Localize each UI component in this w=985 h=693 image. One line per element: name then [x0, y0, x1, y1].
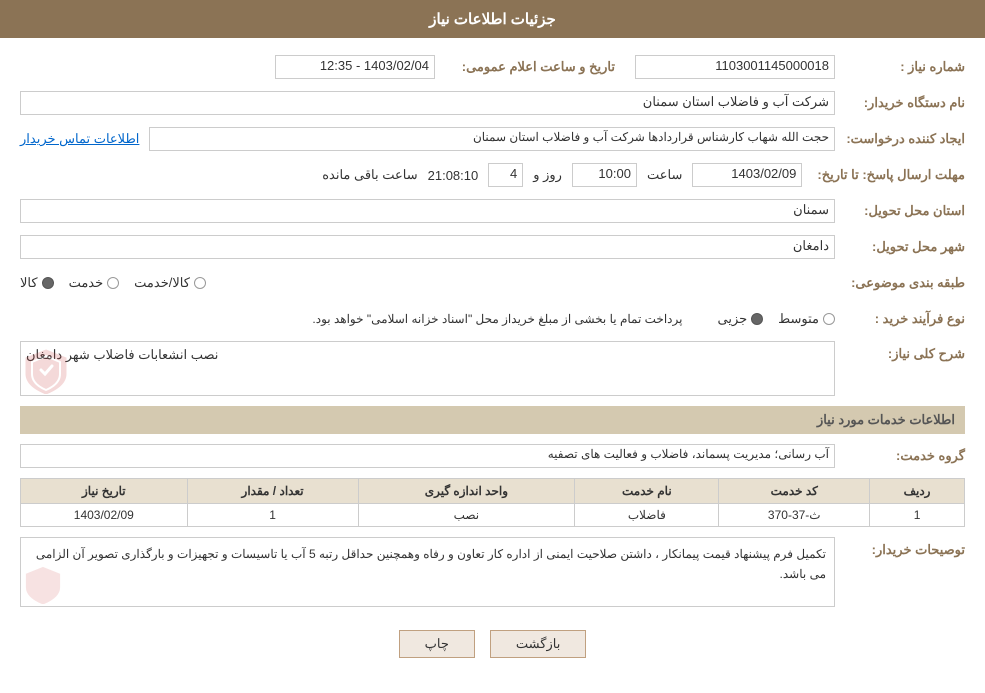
- tarikh-value: 1403/02/04 - 12:35: [275, 55, 435, 79]
- tabaqe-kala-khadamat-item: کالا/خدمت: [134, 275, 206, 291]
- table-cell: ث-37-370: [719, 504, 870, 527]
- sharh-value: نصب انشعابات فاضلاب شهر دامغان: [20, 341, 835, 396]
- tabaqe-khadamat-radio: [107, 277, 119, 289]
- page-title: جزئیات اطلاعات نیاز: [429, 11, 556, 28]
- table-row: 1ث-37-370فاضلابنصب11403/02/09: [21, 504, 965, 527]
- col-kod: کد خدمت: [719, 479, 870, 504]
- tawsia-row: توصیحات خریدار: تکمیل فرم پیشنهاد قیمت پ…: [20, 537, 965, 607]
- saat2-value: 21:08:10: [423, 168, 484, 183]
- table-cell: 1: [870, 504, 965, 527]
- sharh-container: نصب انشعابات فاضلاب شهر دامغان: [20, 341, 835, 396]
- gorooh-value: آب رسانی؛ مدیریت پسماند، فاضلاب و فعالیت…: [20, 444, 835, 468]
- ijad-row: ایجاد کننده درخواست: حجت الله شهاب کارشن…: [20, 125, 965, 153]
- tabaqe-kala-khadamat-radio: [194, 277, 206, 289]
- print-button[interactable]: چاپ: [399, 630, 475, 658]
- gorooh-row: گروه خدمت: آب رسانی؛ مدیریت پسماند، فاضل…: [20, 442, 965, 470]
- tabaqe-row: طبقه بندی موضوعی: کالا/خدمت خدمت کالا: [20, 269, 965, 297]
- khadamat-section-header: اطلاعات خدمات مورد نیاز: [20, 406, 965, 434]
- baqi-label: ساعت باقی مانده: [322, 167, 417, 183]
- tabaqe-kala-radio: [42, 277, 54, 289]
- gorooh-label: گروه خدمت:: [835, 448, 965, 464]
- ijad-value: حجت الله شهاب کارشناس قراردادها شرکت آب …: [149, 127, 835, 151]
- farind-label: نوع فرآیند خرید :: [835, 311, 965, 327]
- services-table-section: ردیف کد خدمت نام خدمت واحد اندازه گیری ت…: [20, 478, 965, 527]
- watermark-shield-2: [23, 564, 63, 604]
- farind-jozei-label: جزیی: [717, 311, 747, 327]
- shomara-row: شماره نیاز : 1103001145000018 تاریخ و سا…: [20, 53, 965, 81]
- table-cell: 1: [187, 504, 358, 527]
- sharh-row: شرح کلی نیاز: نصب انشعابات فاضلاب شهر دا…: [20, 341, 965, 396]
- tabaqe-khadamat-item: خدمت: [69, 275, 120, 291]
- dastgah-label: نام دستگاه خریدار:: [835, 95, 965, 111]
- shahr-row: شهر محل تحویل: دامغان: [20, 233, 965, 261]
- mohlat-saat: 10:00: [572, 163, 637, 187]
- farind-row: نوع فرآیند خرید : متوسط جزیی پرداخت تمام…: [20, 305, 965, 333]
- col-tedad: تعداد / مقدار: [187, 479, 358, 504]
- roz-label: روز و: [528, 167, 567, 183]
- sharh-label: شرح کلی نیاز:: [835, 341, 965, 362]
- tabaqe-kala-item: کالا: [20, 275, 54, 291]
- farind-desc: پرداخت تمام یا بخشی از مبلغ خریداز محل "…: [312, 312, 682, 326]
- farind-jozei-item: جزیی: [717, 311, 763, 327]
- shomara-label: شماره نیاز :: [835, 59, 965, 75]
- mohlat-row: مهلت ارسال پاسخ: تا تاریخ: 1403/02/09 سا…: [20, 161, 965, 189]
- table-cell: فاضلاب: [575, 504, 719, 527]
- tawsia-label: توصیحات خریدار:: [835, 537, 965, 558]
- farind-options: متوسط جزیی پرداخت تمام یا بخشی از مبلغ خ…: [20, 311, 835, 327]
- saat-label: ساعت: [642, 167, 687, 183]
- col-vahed: واحد اندازه گیری: [358, 479, 575, 504]
- tabaqe-label: طبقه بندی موضوعی:: [835, 275, 965, 291]
- farind-jozei-radio: [751, 313, 763, 325]
- ostan-label: استان محل تحویل:: [835, 203, 965, 219]
- mohlat-roz: 4: [488, 163, 523, 187]
- tabaqe-radio-group: کالا/خدمت خدمت کالا: [20, 275, 835, 291]
- farind-motawaset-item: متوسط: [778, 311, 835, 327]
- tabaqe-kala-khadamat-label: کالا/خدمت: [134, 275, 190, 291]
- ostan-value: سمنان: [20, 199, 835, 223]
- col-name: نام خدمت: [575, 479, 719, 504]
- shahr-value: دامغان: [20, 235, 835, 259]
- col-radif: ردیف: [870, 479, 965, 504]
- farind-motawaset-label: متوسط: [778, 311, 819, 327]
- tawsia-value: تکمیل فرم پیشنهاد قیمت پیمانکار ، داشتن …: [20, 537, 835, 607]
- mohlat-date: 1403/02/09: [692, 163, 802, 187]
- table-cell: 1403/02/09: [21, 504, 188, 527]
- shahr-label: شهر محل تحویل:: [835, 239, 965, 255]
- farind-motawaset-radio: [823, 313, 835, 325]
- col-tarikh: تاریخ نیاز: [21, 479, 188, 504]
- shomara-value: 1103001145000018: [635, 55, 835, 79]
- watermark-shield: [22, 346, 70, 394]
- page-header: جزئیات اطلاعات نیاز: [0, 0, 985, 38]
- services-table: ردیف کد خدمت نام خدمت واحد اندازه گیری ت…: [20, 478, 965, 527]
- ijad-label: ایجاد کننده درخواست:: [835, 131, 965, 147]
- tabaqe-khadamat-label: خدمت: [69, 275, 104, 291]
- tarikh-label: تاریخ و ساعت اعلام عمومی:: [435, 59, 615, 75]
- mohlat-label: مهلت ارسال پاسخ: تا تاریخ:: [807, 167, 965, 183]
- dastgah-row: نام دستگاه خریدار: شرکت آب و فاضلاب استا…: [20, 89, 965, 117]
- bottom-buttons: بازگشت چاپ: [20, 615, 965, 678]
- tabaqe-kala-label: کالا: [20, 275, 38, 291]
- table-cell: نصب: [358, 504, 575, 527]
- etelaat-tamas-link[interactable]: اطلاعات تماس خریدار: [20, 131, 139, 147]
- dastgah-value: شرکت آب و فاضلاب استان سمنان: [20, 91, 835, 115]
- ostan-row: استان محل تحویل: سمنان: [20, 197, 965, 225]
- back-button[interactable]: بازگشت: [490, 630, 586, 658]
